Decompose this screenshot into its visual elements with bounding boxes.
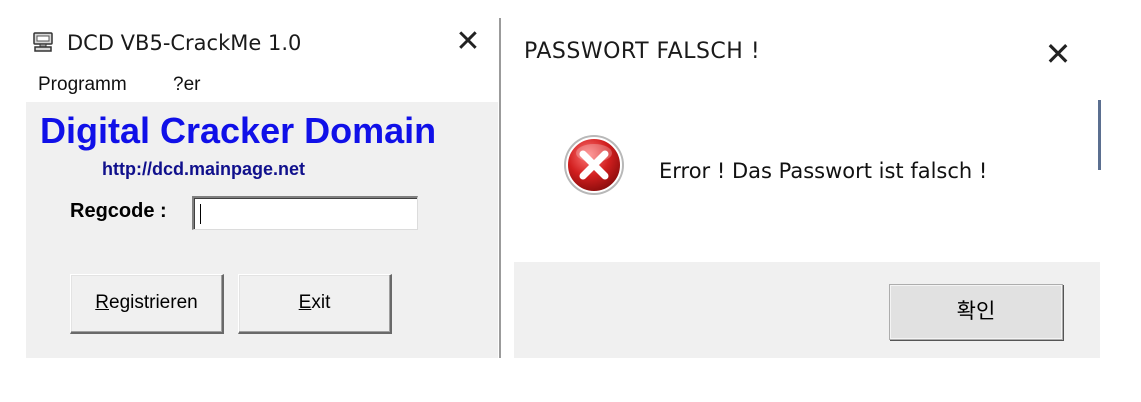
text-caret xyxy=(200,204,201,224)
exit-mnemonic: E xyxy=(298,292,312,313)
window-title: DCD VB5-CrackMe 1.0 xyxy=(67,31,302,55)
ok-button[interactable]: 확인 xyxy=(889,284,1063,340)
error-message: Error ! Das Passwort ist falsch ! xyxy=(659,159,988,183)
title-bar[interactable]: DCD VB5-CrackMe 1.0 ✕ xyxy=(26,18,498,68)
register-label: egistrieren xyxy=(109,292,198,313)
regcode-label: Regcode : xyxy=(70,200,167,222)
brand-url: http://dcd.mainpage.net xyxy=(102,159,306,179)
menu-programm[interactable]: Programm xyxy=(38,74,127,96)
close-button[interactable]: ✕ xyxy=(450,24,486,60)
exit-label: xit xyxy=(311,292,331,313)
dialog-footer: 확인 xyxy=(514,262,1100,358)
dialog-close-button[interactable]: ✕ xyxy=(1038,34,1078,74)
regcode-input[interactable] xyxy=(192,196,418,230)
window-edge xyxy=(1098,100,1101,170)
error-icon xyxy=(564,135,624,195)
register-button[interactable]: Registrieren xyxy=(70,274,224,334)
dialog-title: PASSWORT FALSCH ! xyxy=(524,39,761,64)
register-mnemonic: R xyxy=(95,292,109,313)
computer-icon xyxy=(33,32,53,52)
client-area: Digital Cracker Domain http://dcd.mainpa… xyxy=(26,102,498,358)
error-dialog: PASSWORT FALSCH ! ✕ Error ! Das Passwort… xyxy=(514,18,1101,358)
crackme-window: DCD VB5-CrackMe 1.0 ✕ Programm ?er Digit… xyxy=(26,18,498,358)
exit-button[interactable]: Exit xyxy=(238,274,392,334)
brand-title: Digital Cracker Domain xyxy=(40,110,437,151)
menu-bar: Programm ?er xyxy=(26,68,498,102)
window-divider xyxy=(499,18,501,358)
menu-help[interactable]: ?er xyxy=(173,74,200,96)
